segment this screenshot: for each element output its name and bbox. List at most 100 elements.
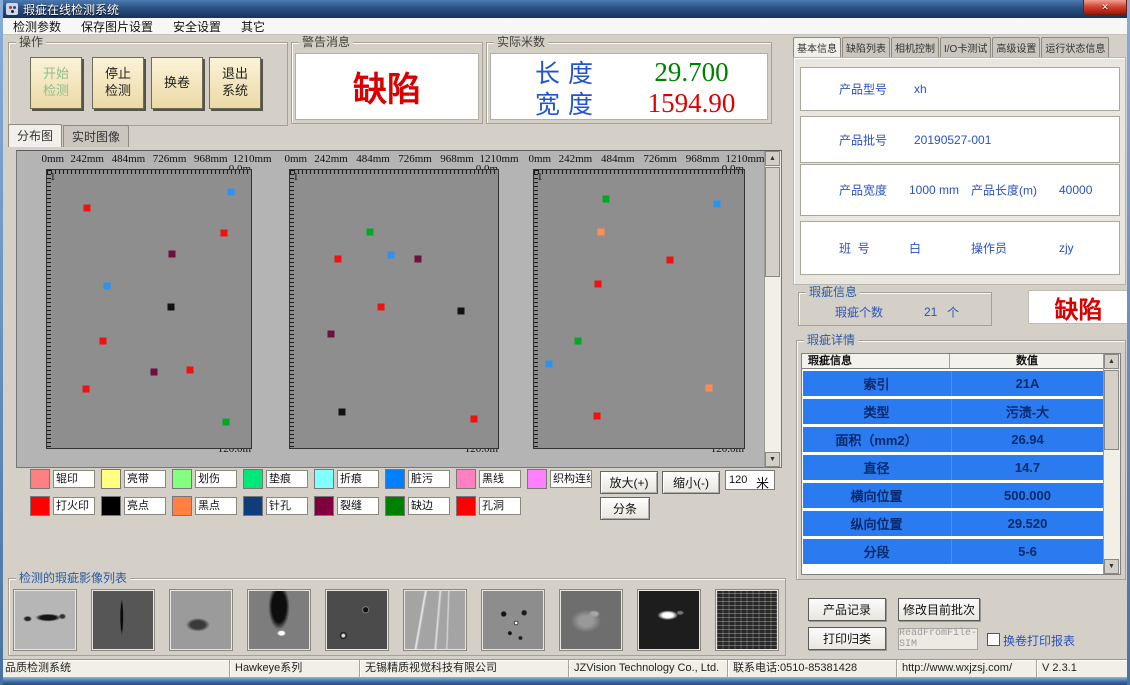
op-button-1[interactable]: 开始 检测 [30, 57, 82, 109]
defect-point-green[interactable] [574, 338, 581, 345]
detail-row-2[interactable]: 类型污渍-大 [803, 399, 1103, 424]
defect-point-red[interactable] [220, 230, 227, 237]
op-button-4[interactable]: 退出 系统 [209, 57, 261, 109]
scroll-thumb[interactable] [765, 167, 780, 277]
x-axis-tick-label: 484mm [112, 153, 146, 165]
defect-image-7[interactable] [481, 589, 545, 651]
defect-point-maroon[interactable] [150, 369, 157, 376]
defect-point-maroon[interactable] [327, 330, 334, 337]
legend-label-亮带: 亮带 [124, 470, 166, 488]
defect-point-red[interactable] [334, 255, 341, 262]
roll-print-checkbox[interactable] [987, 633, 1000, 646]
detail-row-value: 29.520 [951, 511, 1103, 536]
menu-item-4[interactable]: 其它 [231, 18, 275, 35]
x-axis-tick-label: 968mm [440, 153, 474, 165]
scroll-down-icon[interactable]: ▼ [1104, 559, 1119, 574]
print-classify-button[interactable]: 打印归类 [808, 627, 886, 650]
roll-print-checkbox-label[interactable]: 换卷打印报表 [1003, 632, 1075, 649]
scroll-down-icon[interactable]: ▼ [765, 452, 780, 467]
defect-point-red[interactable] [99, 338, 106, 345]
detail-table-scrollbar[interactable]: ▲▼ [1103, 354, 1120, 574]
right-tab-1[interactable]: 基本信息 [793, 37, 841, 57]
plot-canvas-3[interactable]: 1 [533, 169, 745, 449]
defect-image-9[interactable] [637, 589, 701, 651]
app-icon [6, 3, 18, 15]
defect-point-blue[interactable] [228, 188, 235, 195]
detail-row-value: 14.7 [951, 455, 1103, 480]
legend-swatch-织构连线 [527, 469, 547, 489]
defect-point-red[interactable] [187, 367, 194, 374]
defect-point-green[interactable] [222, 419, 229, 426]
defect-point-green[interactable] [367, 229, 374, 236]
split-button[interactable]: 分条 [600, 497, 650, 520]
defect-image-2[interactable] [91, 589, 155, 651]
close-button[interactable]: ✕ [1083, 0, 1127, 15]
right-tab-6[interactable]: 运行状态信息 [1041, 37, 1109, 57]
right-tab-3[interactable]: 相机控制 [891, 37, 939, 57]
detail-row-6[interactable]: 纵向位置29.520 [803, 511, 1103, 536]
defect-point-black[interactable] [458, 307, 465, 314]
defect-point-red[interactable] [83, 385, 90, 392]
right-tab-5[interactable]: 高级设置 [992, 37, 1040, 57]
defect-image-3[interactable] [169, 589, 233, 651]
zoom-in-button[interactable]: 放大(+) [600, 471, 658, 494]
product-record-button[interactable]: 产品记录 [808, 598, 886, 621]
view-tab-1[interactable]: 分布图 [8, 124, 62, 147]
defect-point-black[interactable] [339, 408, 346, 415]
defect-image-5[interactable] [325, 589, 389, 651]
detail-row-1[interactable]: 索引21A [803, 371, 1103, 396]
defect-point-black[interactable] [167, 304, 174, 311]
op-button-3[interactable]: 换卷 [151, 57, 203, 109]
shift-value: 白 [909, 240, 921, 257]
menu-item-2[interactable]: 保存图片设置 [71, 18, 163, 35]
defect-image-4[interactable] [247, 589, 311, 651]
y-axis-ticks [290, 170, 294, 448]
menu-item-3[interactable]: 安全设置 [163, 18, 231, 35]
scroll-up-icon[interactable]: ▲ [765, 151, 780, 166]
defect-image-10[interactable] [715, 589, 779, 651]
defect-point-blue[interactable] [388, 251, 395, 258]
zoom-out-button[interactable]: 缩小(-) [662, 471, 720, 494]
op-button-2[interactable]: 停止 检测 [92, 57, 144, 109]
operator-value: zjy [1059, 241, 1074, 255]
defect-point-green[interactable] [603, 196, 610, 203]
view-tab-2[interactable]: 实时图像 [63, 125, 129, 147]
detail-row-5[interactable]: 横向位置500.000 [803, 483, 1103, 508]
defect-image-1[interactable] [13, 589, 77, 651]
length-value: 29.700 [630, 57, 753, 88]
right-tab-2[interactable]: 缺陷列表 [842, 37, 890, 57]
strip-number-label: 1 [537, 171, 543, 183]
defect-point-red[interactable] [378, 304, 385, 311]
defect-point-orange[interactable] [705, 384, 712, 391]
defect-point-red[interactable] [471, 416, 478, 423]
defect-point-blue[interactable] [713, 200, 720, 207]
modify-batch-button[interactable]: 修改目前批次 [898, 598, 980, 621]
defect-point-blue[interactable] [103, 283, 110, 290]
scroll-thumb[interactable] [1104, 370, 1119, 450]
menu-item-1[interactable]: 检测参数 [3, 18, 71, 35]
plot-scrollbar[interactable]: ▲▼ [764, 151, 781, 467]
taskbar[interactable] [0, 677, 1130, 685]
defect-point-red[interactable] [666, 256, 673, 263]
defect-count-value: 21 [924, 305, 937, 319]
strip-number-label: 1 [50, 171, 56, 183]
defect-point-red[interactable] [84, 205, 91, 212]
plot-canvas-1[interactable]: 1 [46, 169, 252, 449]
scroll-up-icon[interactable]: ▲ [1104, 354, 1119, 369]
defect-point-maroon[interactable] [168, 250, 175, 257]
defect-point-orange[interactable] [598, 229, 605, 236]
defect-point-red[interactable] [594, 412, 601, 419]
detail-header-divider [949, 354, 950, 368]
detail-row-4[interactable]: 直径14.7 [803, 455, 1103, 480]
detail-row-3[interactable]: 面积（mm2）26.94 [803, 427, 1103, 452]
defect-info-title: 瑕疵信息 [806, 285, 860, 299]
defect-point-red[interactable] [595, 281, 602, 288]
right-tab-4[interactable]: I/O卡测试 [940, 37, 991, 57]
defect-image-6[interactable] [403, 589, 467, 651]
defect-point-maroon[interactable] [414, 255, 421, 262]
defect-point-blue[interactable] [545, 361, 552, 368]
defect-image-8[interactable] [559, 589, 623, 651]
plot-canvas-2[interactable]: 1 [289, 169, 499, 449]
title-bar[interactable]: 瑕疵在线检测系统 ✕ [0, 0, 1130, 18]
detail-row-7[interactable]: 分段5-6 [803, 539, 1103, 564]
